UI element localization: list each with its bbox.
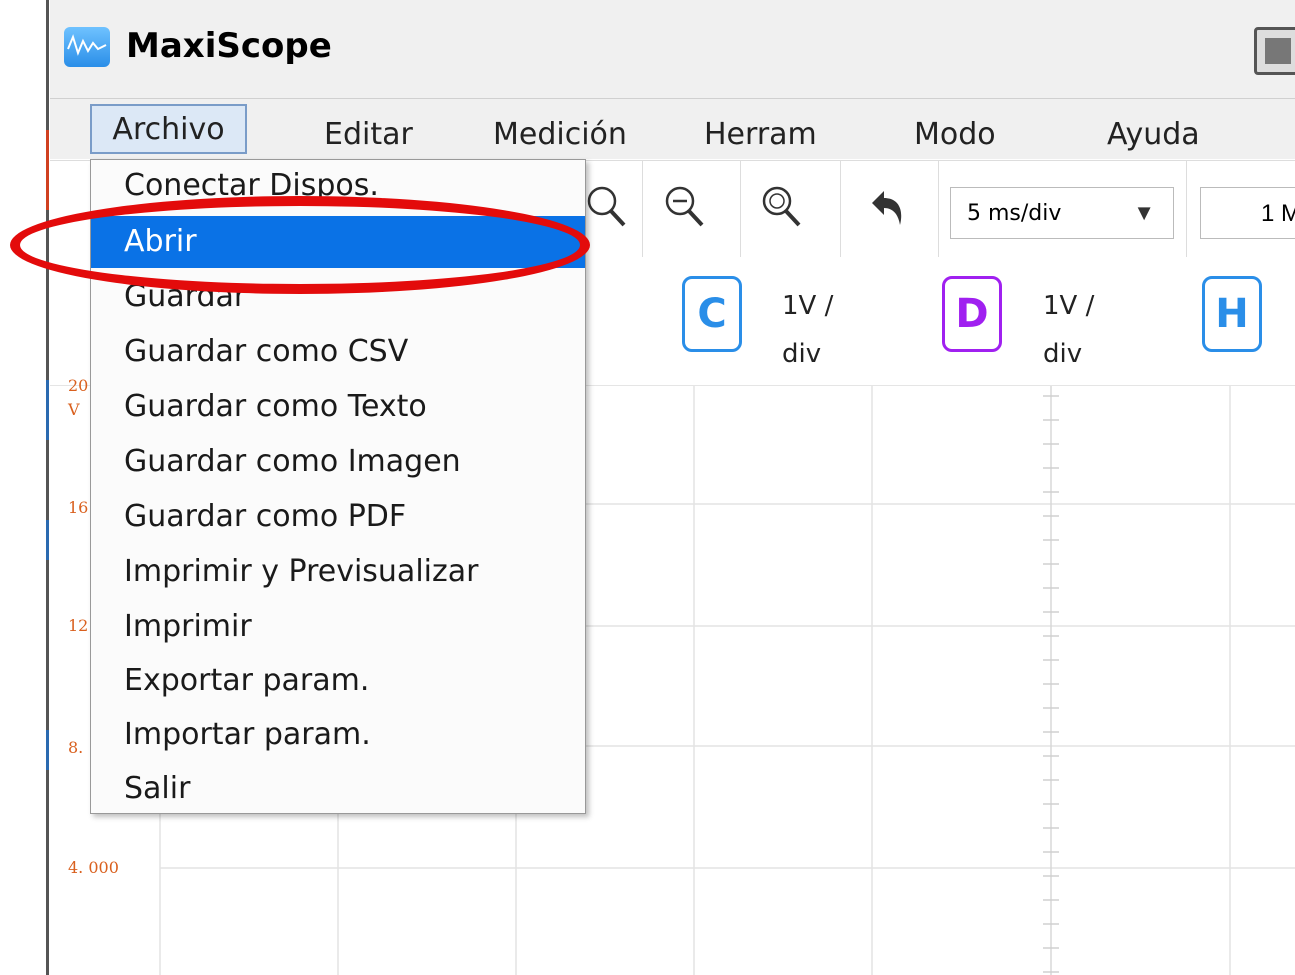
- chevron-down-icon: ▼: [1133, 200, 1155, 225]
- timebase-select[interactable]: 5 ms/div ▼: [950, 187, 1174, 239]
- timebase-value: 5 ms/div: [967, 201, 1062, 226]
- zoom-in-icon[interactable]: [580, 179, 636, 235]
- y-axis-label: 20: [68, 376, 89, 395]
- channel-h-badge[interactable]: H: [1202, 276, 1262, 352]
- menu-item-salir[interactable]: Salir: [91, 763, 585, 815]
- maximize-button[interactable]: [1254, 27, 1295, 75]
- menu-item-guardar-pdf[interactable]: Guardar como PDF: [91, 491, 585, 543]
- app-title: MaxiScope: [126, 26, 332, 66]
- edge-marker: [46, 520, 49, 560]
- menu-item-guardar-texto[interactable]: Guardar como Texto: [91, 381, 585, 433]
- edge-marker: [46, 730, 49, 770]
- channel-c-scale: 1V / div: [782, 291, 834, 369]
- zoom-100-icon[interactable]: [755, 179, 811, 235]
- sample-select[interactable]: 1 M: [1200, 187, 1295, 239]
- menu-editar[interactable]: Editar: [324, 117, 413, 152]
- title-bar: MaxiScope: [50, 0, 1295, 99]
- menu-item-guardar-csv[interactable]: Guardar como CSV: [91, 326, 585, 378]
- menu-item-imprimir[interactable]: Imprimir: [91, 601, 585, 653]
- channel-d-scale: 1V / div: [1043, 291, 1095, 369]
- menu-item-conectar[interactable]: Conectar Dispos.: [91, 160, 585, 212]
- menu-modo[interactable]: Modo: [914, 117, 996, 152]
- menu-item-guardar-imagen[interactable]: Guardar como Imagen: [91, 436, 585, 488]
- y-axis-label: 4. 000: [68, 858, 119, 877]
- y-axis-label: 16: [68, 498, 89, 517]
- edge-marker: [46, 130, 49, 210]
- maxiscope-window: MaxiScope Archivo Editar Medición Herram…: [50, 0, 1295, 975]
- y-axis-label: 8.: [68, 738, 84, 757]
- menu-item-importar[interactable]: Importar param.: [91, 709, 585, 761]
- menu-item-abrir[interactable]: Abrir: [91, 216, 585, 268]
- edge-marker: [46, 380, 49, 440]
- y-axis-label: 12: [68, 616, 89, 635]
- channel-c-badge[interactable]: C: [682, 276, 742, 352]
- menu-archivo[interactable]: Archivo: [90, 104, 247, 154]
- menu-bar: Archivo Editar Medición Herram Modo Ayud…: [50, 99, 1295, 159]
- sample-value: 1 M: [1261, 200, 1295, 227]
- y-axis-unit: V: [68, 400, 80, 419]
- archivo-dropdown-menu: Conectar Dispos. Abrir Guardar Guardar c…: [90, 159, 586, 814]
- undo-icon[interactable]: [858, 179, 914, 235]
- menu-item-exportar[interactable]: Exportar param.: [91, 655, 585, 707]
- menu-item-imprimir-previsualizar[interactable]: Imprimir y Previsualizar: [91, 546, 585, 598]
- menu-item-guardar[interactable]: Guardar: [91, 271, 585, 323]
- left-edge: [0, 0, 50, 975]
- channel-d-badge[interactable]: D: [942, 276, 1002, 352]
- app-logo-icon: [64, 27, 110, 67]
- menu-herram[interactable]: Herram: [704, 117, 817, 152]
- menu-medicion[interactable]: Medición: [493, 117, 627, 152]
- zoom-out-icon[interactable]: [658, 179, 714, 235]
- menu-ayuda[interactable]: Ayuda: [1107, 117, 1200, 152]
